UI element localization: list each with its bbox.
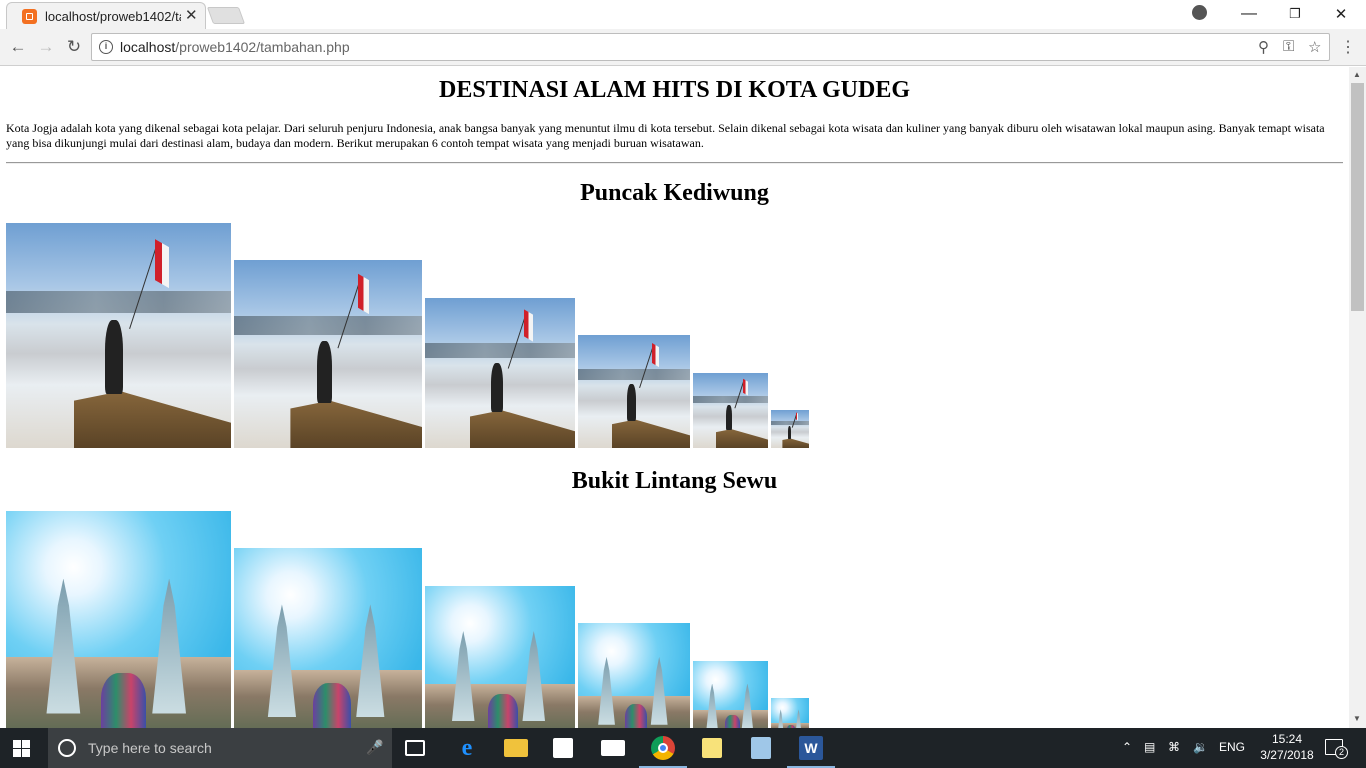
browser-menu-icon[interactable]: ⋮ xyxy=(1340,37,1356,57)
language-indicator[interactable]: ENG xyxy=(1219,740,1245,754)
url-text[interactable]: localhost/proweb1402/tambahan.php xyxy=(120,39,350,55)
scroll-down-icon[interactable]: ▼ xyxy=(1353,714,1361,723)
puncak-photo-2 xyxy=(234,260,422,448)
puncak-photo-3 xyxy=(425,298,575,448)
volume-icon[interactable]: 🔉 xyxy=(1193,740,1208,754)
bukit-photo-3 xyxy=(425,586,575,728)
address-bar[interactable]: i localhost/proweb1402/tambahan.php ⚲ ⚿ … xyxy=(91,33,1330,61)
bukit-photo-1 xyxy=(6,511,231,728)
vertical-scrollbar[interactable]: ▲ ▼ xyxy=(1349,67,1366,728)
bukit-photo-5 xyxy=(693,661,768,728)
scrollbar-thumb[interactable] xyxy=(1351,83,1364,311)
new-tab-button[interactable] xyxy=(206,7,246,24)
action-center-icon[interactable]: 2 xyxy=(1325,739,1348,759)
show-hidden-icons-chevron-icon[interactable]: ⌃ xyxy=(1122,740,1132,754)
microphone-icon[interactable]: 🎤 xyxy=(366,739,383,756)
puncak-photo-4 xyxy=(578,335,690,448)
task-view-icon[interactable] xyxy=(405,740,425,756)
zoom-icon[interactable]: ⚲ xyxy=(1258,38,1269,56)
battery-icon[interactable]: ▤ xyxy=(1144,740,1155,754)
puncak-photo-1 xyxy=(6,223,231,448)
chrome-icon[interactable] xyxy=(639,736,687,768)
windows-start-icon[interactable] xyxy=(13,740,30,757)
close-window-button[interactable]: ✕ xyxy=(1318,2,1364,26)
taskbar-search-box[interactable]: Type here to search 🎤 xyxy=(48,728,392,768)
tab-close-icon[interactable]: ✕ xyxy=(185,6,198,24)
browser-tabstrip: localhost/proweb1402/ta ✕ — ❐ ✕ xyxy=(0,0,1366,29)
bukit-photo-2 xyxy=(234,548,422,728)
bookmark-star-icon[interactable]: ☆ xyxy=(1308,38,1321,56)
scroll-up-icon[interactable]: ▲ xyxy=(1353,70,1361,79)
cortana-icon xyxy=(58,739,76,757)
sticky-notes-icon[interactable] xyxy=(702,738,722,758)
bukit-photo-4 xyxy=(578,623,690,728)
site-info-icon[interactable]: i xyxy=(99,40,113,54)
taskbar-clock[interactable]: 15:24 3/27/2018 xyxy=(1255,731,1319,763)
forward-icon[interactable]: → xyxy=(34,36,58,58)
reload-icon[interactable]: ↻ xyxy=(62,36,86,58)
key-icon[interactable]: ⚿ xyxy=(1283,38,1294,55)
edge-icon[interactable]: e xyxy=(455,736,479,760)
file-explorer-icon[interactable] xyxy=(504,739,528,757)
tab-title: localhost/proweb1402/ta xyxy=(45,9,181,24)
bukit-photo-6 xyxy=(771,698,809,728)
restore-button[interactable]: ❐ xyxy=(1272,2,1318,26)
clock-time: 15:24 xyxy=(1271,732,1303,746)
clock-date: 3/27/2018 xyxy=(1260,748,1314,762)
mail-icon[interactable] xyxy=(601,740,625,756)
browser-toolbar: ← → ↻ i localhost/proweb1402/tambahan.ph… xyxy=(0,29,1366,66)
page-title: DESTINASI ALAM HITS DI KOTA GUDEG xyxy=(439,77,910,103)
horizontal-rule xyxy=(6,162,1343,164)
section-heading-puncak: Puncak Kediwung xyxy=(580,180,769,206)
wifi-icon[interactable]: ⌘ xyxy=(1168,740,1180,754)
section-heading-bukit: Bukit Lintang Sewu xyxy=(571,468,778,494)
puncak-photo-6 xyxy=(771,410,809,448)
puncak-photo-5 xyxy=(693,373,768,448)
browser-tab[interactable]: localhost/proweb1402/ta ✕ xyxy=(6,2,206,29)
profile-icon[interactable] xyxy=(1192,5,1207,20)
notification-count-badge: 2 xyxy=(1335,746,1348,759)
back-icon[interactable]: ← xyxy=(6,36,30,58)
store-icon[interactable] xyxy=(553,738,573,758)
page-viewport: DESTINASI ALAM HITS DI KOTA GUDEG Kota J… xyxy=(0,67,1349,728)
word-icon[interactable]: W xyxy=(787,736,835,768)
intro-paragraph: Kota Jogja adalah kota yang dikenal seba… xyxy=(6,121,1325,150)
search-placeholder: Type here to search xyxy=(88,740,212,756)
minimize-button[interactable]: — xyxy=(1226,2,1272,26)
app-cube-icon[interactable] xyxy=(751,737,771,759)
windows-taskbar: Type here to search 🎤 e W ⌃ ▤ ⌘ 🔉 ENG 15… xyxy=(0,728,1366,768)
xampp-favicon-icon xyxy=(22,9,37,24)
